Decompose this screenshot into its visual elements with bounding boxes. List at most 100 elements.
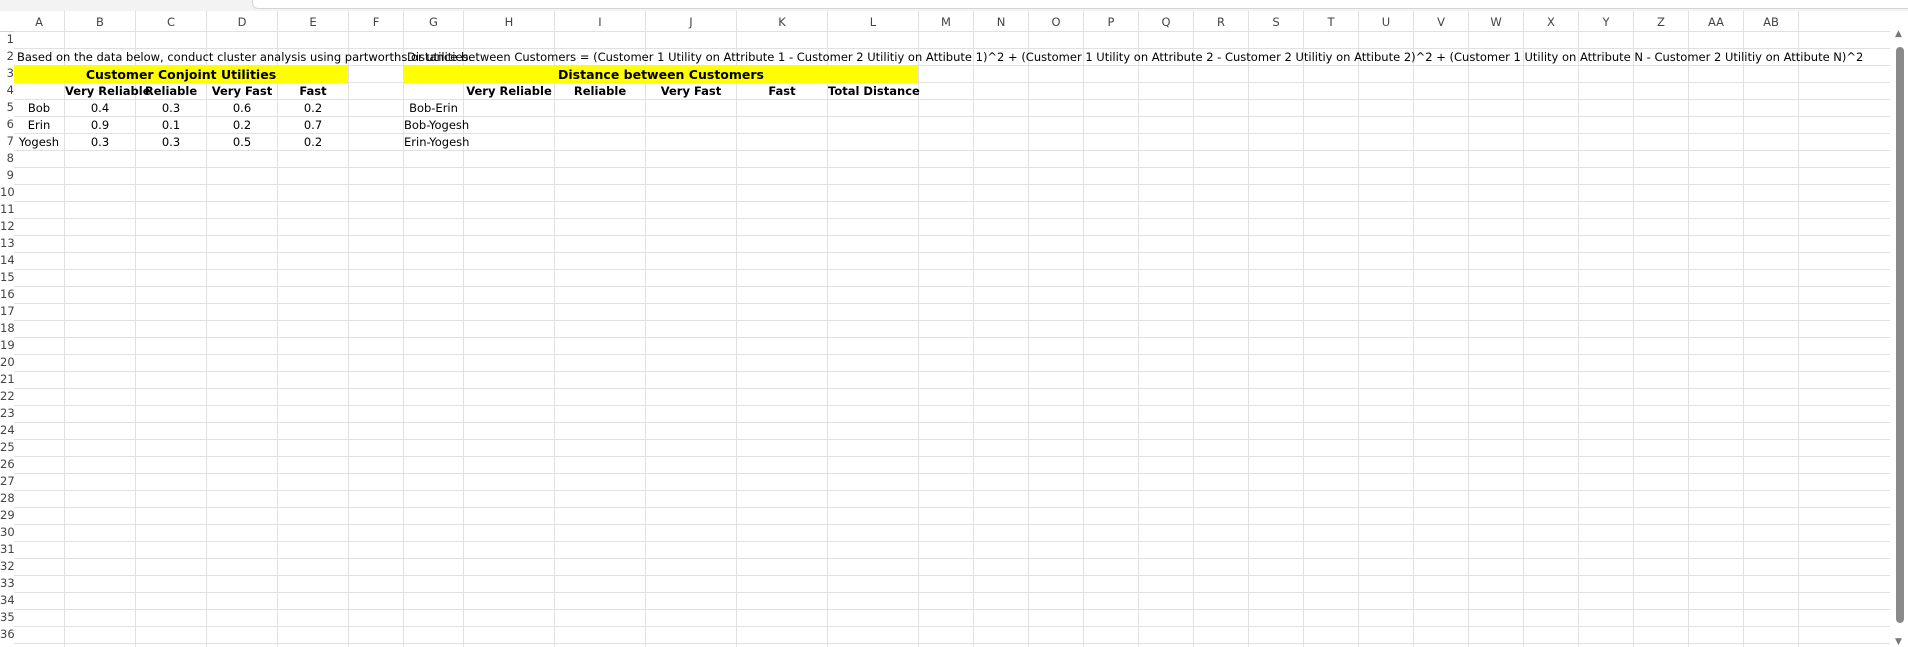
row-header[interactable]: 18 <box>0 320 15 337</box>
row-header[interactable]: 27 <box>0 473 15 490</box>
distance-header[interactable]: Reliable <box>555 83 645 100</box>
row-header[interactable]: 4 <box>0 82 14 99</box>
row-header[interactable]: 8 <box>0 150 14 167</box>
column-header-v[interactable]: V <box>1414 11 1469 31</box>
customer-name[interactable]: Yogesh <box>14 134 64 151</box>
column-header-d[interactable]: D <box>207 11 278 31</box>
column-header-n[interactable]: N <box>974 11 1029 31</box>
column-header-x[interactable]: X <box>1524 11 1579 31</box>
row-header[interactable]: 36 <box>0 626 15 643</box>
utilities-header[interactable]: Fast <box>278 83 348 100</box>
row-header[interactable]: 3 <box>0 65 14 82</box>
row-header[interactable]: 1 <box>0 31 14 48</box>
column-header-a[interactable]: A <box>14 11 65 31</box>
row-header[interactable]: 34 <box>0 592 15 609</box>
scroll-down-icon[interactable]: ▼ <box>1895 637 1902 647</box>
utility-value[interactable]: 0.3 <box>65 134 135 151</box>
column-header-m[interactable]: M <box>919 11 974 31</box>
utility-value[interactable]: 0.2 <box>278 134 348 151</box>
column-header-g[interactable]: G <box>404 11 464 31</box>
distance-header[interactable]: Very Fast <box>646 83 736 100</box>
row-header[interactable]: 30 <box>0 524 15 541</box>
column-header-z[interactable]: Z <box>1634 11 1689 31</box>
column-header-b[interactable]: B <box>65 11 136 31</box>
customer-pair[interactable]: Bob-Yogesh <box>404 117 469 134</box>
row-header[interactable]: 32 <box>0 558 15 575</box>
utility-value[interactable]: 0.3 <box>136 100 206 117</box>
instruction-text[interactable]: Based on the data below, conduct cluster… <box>17 49 472 66</box>
row-header[interactable]: 11 <box>0 201 15 218</box>
column-header-q[interactable]: Q <box>1139 11 1194 31</box>
customer-utilities-title[interactable]: Customer Conjoint Utilities <box>14 66 348 83</box>
customer-name[interactable]: Erin <box>14 117 64 134</box>
row-header[interactable]: 12 <box>0 218 15 235</box>
column-header-c[interactable]: C <box>136 11 207 31</box>
row-header[interactable]: 31 <box>0 541 15 558</box>
row-header[interactable]: 21 <box>0 371 15 388</box>
utility-value[interactable]: 0.7 <box>278 117 348 134</box>
utility-value[interactable]: 0.3 <box>136 134 206 151</box>
row-header[interactable]: 29 <box>0 507 15 524</box>
distance-formula-text[interactable]: Distance between Customers = (Customer 1… <box>407 49 1863 66</box>
column-header-l[interactable]: L <box>828 11 919 31</box>
utility-value[interactable]: 0.5 <box>207 134 277 151</box>
column-header-h[interactable]: H <box>464 11 555 31</box>
row-header[interactable]: 10 <box>0 184 15 201</box>
row-header[interactable]: 26 <box>0 456 15 473</box>
row-header[interactable]: 15 <box>0 269 15 286</box>
row-header[interactable]: 22 <box>0 388 15 405</box>
customer-name[interactable]: Bob <box>14 100 64 117</box>
distance-header[interactable]: Very Reliable <box>464 83 554 100</box>
row-header[interactable]: 19 <box>0 337 15 354</box>
utility-value[interactable]: 0.6 <box>207 100 277 117</box>
row-header[interactable]: 20 <box>0 354 15 371</box>
row-header[interactable]: 13 <box>0 235 15 252</box>
column-header-y[interactable]: Y <box>1579 11 1634 31</box>
row-header[interactable]: 28 <box>0 490 15 507</box>
distance-header[interactable]: Fast <box>737 83 827 100</box>
grid-line <box>1248 31 1249 647</box>
column-header-f[interactable]: F <box>349 11 404 31</box>
column-header-j[interactable]: J <box>646 11 737 31</box>
column-header-r[interactable]: R <box>1194 11 1249 31</box>
row-header[interactable]: 7 <box>0 133 14 150</box>
column-header-k[interactable]: K <box>737 11 828 31</box>
utility-value[interactable]: 0.2 <box>278 100 348 117</box>
utility-value[interactable]: 0.1 <box>136 117 206 134</box>
customer-pair[interactable]: Erin-Yogesh <box>404 134 469 151</box>
customer-pair[interactable]: Bob-Erin <box>404 100 463 117</box>
utilities-header[interactable]: Reliable <box>136 83 206 100</box>
column-header-u[interactable]: U <box>1359 11 1414 31</box>
distance-header[interactable]: Total Distance <box>828 83 920 100</box>
row-header[interactable]: 35 <box>0 609 15 626</box>
utility-value[interactable]: 0.2 <box>207 117 277 134</box>
row-header[interactable]: 24 <box>0 422 15 439</box>
row-header[interactable]: 6 <box>0 116 14 133</box>
utilities-header[interactable]: Very Reliable <box>65 83 151 100</box>
row-header[interactable]: 33 <box>0 575 15 592</box>
utilities-header[interactable]: Very Fast <box>207 83 277 100</box>
distance-table-title[interactable]: Distance between Customers <box>404 66 918 83</box>
row-header[interactable]: 5 <box>0 99 14 116</box>
column-header-p[interactable]: P <box>1084 11 1139 31</box>
utility-value[interactable]: 0.9 <box>65 117 135 134</box>
column-header-t[interactable]: T <box>1304 11 1359 31</box>
row-header[interactable]: 23 <box>0 405 15 422</box>
scroll-up-icon[interactable]: ▲ <box>1895 29 1902 39</box>
column-header-e[interactable]: E <box>278 11 349 31</box>
row-header[interactable]: 16 <box>0 286 15 303</box>
row-header[interactable]: 14 <box>0 252 15 269</box>
column-header-o[interactable]: O <box>1029 11 1084 31</box>
row-header[interactable]: 25 <box>0 439 15 456</box>
scroll-thumb[interactable] <box>1896 47 1904 623</box>
vertical-scrollbar[interactable]: ▲ ▼ <box>1890 11 1908 647</box>
row-header[interactable]: 17 <box>0 303 15 320</box>
column-header-ab[interactable]: AB <box>1744 11 1799 31</box>
utility-value[interactable]: 0.4 <box>65 100 135 117</box>
row-header[interactable]: 2 <box>0 48 14 65</box>
column-header-w[interactable]: W <box>1469 11 1524 31</box>
column-header-s[interactable]: S <box>1249 11 1304 31</box>
column-header-aa[interactable]: AA <box>1689 11 1744 31</box>
row-header[interactable]: 9 <box>0 167 14 184</box>
column-header-i[interactable]: I <box>555 11 646 31</box>
